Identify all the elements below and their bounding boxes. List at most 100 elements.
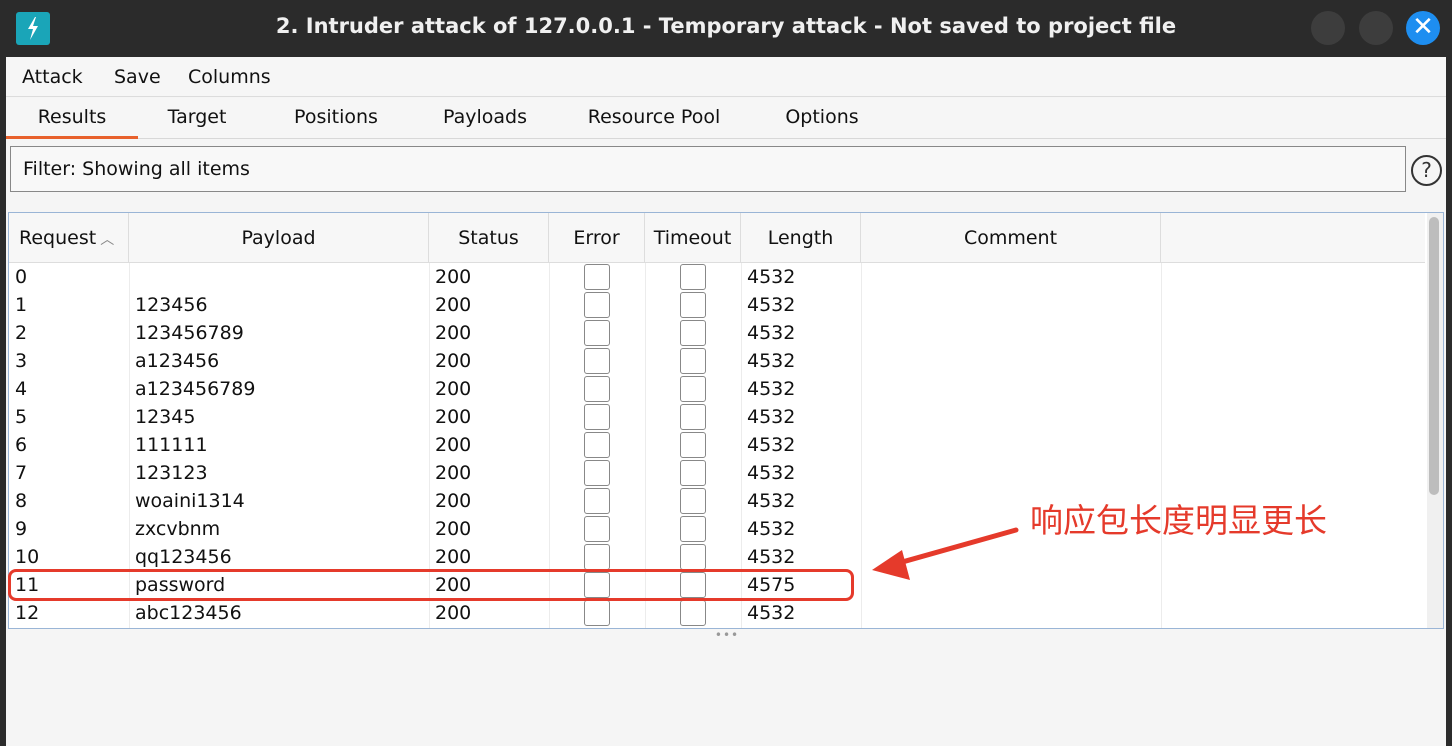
error-checkbox (584, 544, 610, 570)
tab-results-label: Results (37, 106, 107, 128)
menu-attack[interactable]: Attack (22, 66, 83, 88)
results-table: Request ︿ Payload Status Error Timeout Le… (8, 212, 1444, 629)
tab-positions-label: Positions (294, 106, 378, 128)
column-header-error[interactable]: Error (549, 213, 645, 263)
error-checkbox (584, 404, 610, 430)
table-row[interactable]: 10 qq123456 200 4532 (9, 543, 1425, 571)
minimize-button[interactable] (1311, 11, 1345, 45)
cell-payload: 123456 (135, 294, 208, 316)
error-checkbox (584, 292, 610, 318)
error-checkbox (584, 320, 610, 346)
cell-request: 8 (15, 490, 28, 512)
cell-status: 200 (435, 518, 472, 540)
cell-length: 4532 (747, 322, 796, 344)
cell-status: 200 (435, 602, 472, 624)
window-left-edge (0, 57, 6, 746)
tab-positions[interactable]: Positions (268, 98, 404, 139)
table-row[interactable]: 3 a123456 200 4532 (9, 347, 1425, 375)
window-title: 2. Intruder attack of 127.0.0.1 - Tempor… (275, 14, 1177, 38)
cell-request: 5 (15, 406, 28, 428)
cell-payload: 123456789 (135, 322, 244, 344)
cell-length: 4532 (747, 434, 796, 456)
tab-target[interactable]: Target (138, 98, 256, 139)
menu-save[interactable]: Save (114, 66, 161, 88)
tab-payloads-label: Payloads (443, 106, 527, 128)
highlight-box-row-11 (8, 569, 854, 601)
help-icon[interactable]: ? (1411, 155, 1442, 186)
title-bar: 2. Intruder attack of 127.0.0.1 - Tempor… (0, 0, 1452, 57)
cell-status: 200 (435, 294, 472, 316)
tab-options[interactable]: Options (766, 98, 878, 139)
scrollbar-thumb[interactable] (1429, 217, 1439, 495)
table-row[interactable]: 1 123456 200 4532 (9, 291, 1425, 319)
cell-request: 12 (15, 602, 40, 624)
timeout-checkbox (680, 460, 706, 486)
filter-bar[interactable]: Filter: Showing all items (10, 146, 1406, 192)
window-right-edge (1446, 57, 1452, 746)
tab-resource-pool[interactable]: Resource Pool (572, 98, 736, 139)
cell-request: 0 (15, 266, 28, 288)
error-checkbox (584, 348, 610, 374)
cell-status: 200 (435, 322, 472, 344)
cell-status: 200 (435, 462, 472, 484)
timeout-checkbox (680, 516, 706, 542)
table-row[interactable]: 4 a123456789 200 4532 (9, 375, 1425, 403)
cell-request: 3 (15, 350, 28, 372)
filter-text: Filter: Showing all items (23, 158, 250, 180)
cell-length: 4532 (747, 350, 796, 372)
cell-status: 200 (435, 406, 472, 428)
table-row[interactable]: 6 111111 200 4532 (9, 431, 1425, 459)
cell-payload: 111111 (135, 434, 208, 456)
cell-payload: zxcvbnm (135, 518, 221, 540)
column-header-status[interactable]: Status (429, 213, 549, 263)
cell-status: 200 (435, 266, 472, 288)
tab-target-label: Target (167, 106, 227, 128)
cell-status: 200 (435, 434, 472, 456)
error-checkbox (584, 460, 610, 486)
timeout-checkbox (680, 376, 706, 402)
close-button[interactable]: ✕ (1406, 11, 1440, 45)
cell-length: 4532 (747, 406, 796, 428)
table-row[interactable]: 0 200 4532 (9, 263, 1425, 291)
timeout-checkbox (680, 348, 706, 374)
cell-payload: qq123456 (135, 546, 232, 568)
cell-status: 200 (435, 378, 472, 400)
cell-request: 7 (15, 462, 28, 484)
table-row[interactable]: 2 123456789 200 4532 (9, 319, 1425, 347)
table-header: Request ︿ Payload Status Error Timeout Le… (9, 213, 1425, 263)
cell-request: 1 (15, 294, 28, 316)
cell-request: 2 (15, 322, 28, 344)
cell-length: 4532 (747, 266, 796, 288)
timeout-checkbox (680, 264, 706, 290)
table-row[interactable]: 7 123123 200 4532 (9, 459, 1425, 487)
column-header-payload[interactable]: Payload (129, 213, 429, 263)
tab-results[interactable]: Results (6, 98, 138, 139)
error-checkbox (584, 516, 610, 542)
menu-columns[interactable]: Columns (188, 66, 271, 88)
error-checkbox (584, 432, 610, 458)
cell-length: 4532 (747, 378, 796, 400)
timeout-checkbox (680, 600, 706, 626)
error-checkbox (584, 376, 610, 402)
cell-payload: 123123 (135, 462, 208, 484)
error-checkbox (584, 488, 610, 514)
close-icon: ✕ (1412, 12, 1434, 42)
column-header-timeout[interactable]: Timeout (645, 213, 741, 263)
cell-length: 4532 (747, 546, 796, 568)
maximize-button[interactable] (1359, 11, 1393, 45)
table-row[interactable]: 12 abc123456 200 4532 (9, 599, 1425, 627)
tab-options-label: Options (785, 106, 859, 128)
cell-request: 10 (15, 546, 40, 568)
cell-status: 200 (435, 350, 472, 372)
cell-length: 4532 (747, 294, 796, 316)
column-header-request[interactable]: Request ︿ (9, 213, 129, 263)
timeout-checkbox (680, 432, 706, 458)
column-header-length[interactable]: Length (741, 213, 861, 263)
table-row[interactable]: 5 12345 200 4532 (9, 403, 1425, 431)
tab-payloads[interactable]: Payloads (418, 98, 552, 139)
cell-length: 4532 (747, 490, 796, 512)
cell-request: 9 (15, 518, 28, 540)
column-header-comment[interactable]: Comment (861, 213, 1161, 263)
cell-length: 4532 (747, 462, 796, 484)
panel-splitter-handle[interactable]: ••• (712, 629, 742, 641)
